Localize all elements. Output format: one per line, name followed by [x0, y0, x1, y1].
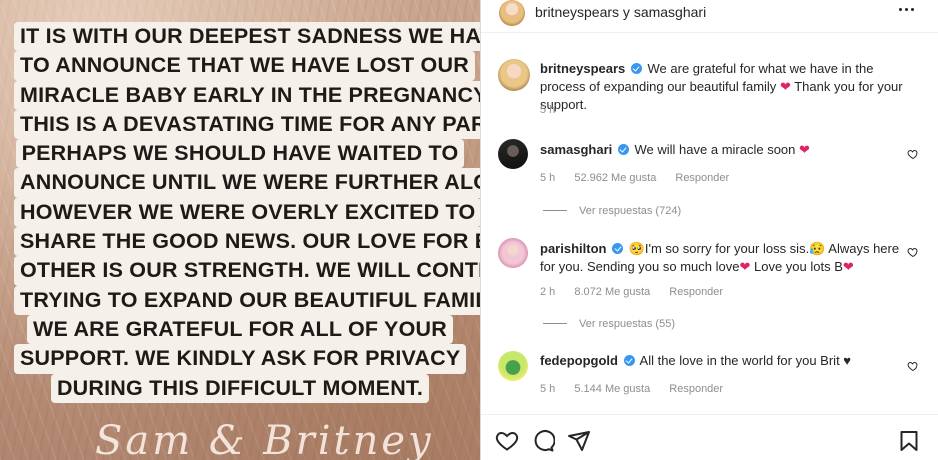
comment-text: parishilton 🥺I'm so sorry for your loss …	[540, 240, 900, 276]
signature-script: Sam & Britney	[95, 418, 434, 460]
comment-username[interactable]: fedepopgold	[540, 353, 618, 368]
comment-text: samasghari We will have a miracle soon ❤	[540, 141, 920, 159]
comment-body: All the love in the world for you Brit ♥	[639, 353, 852, 368]
avatar[interactable]	[498, 59, 530, 91]
more-horizontal-icon[interactable]	[899, 8, 915, 12]
statement-line: This is a devastating time for any paren…	[14, 109, 480, 140]
comment-likes[interactable]: 52.962 Me gusta	[574, 172, 656, 184]
verified-badge-icon	[623, 355, 635, 366]
statement-line: during this difficult moment.	[50, 373, 430, 403]
heart-outline-icon[interactable]	[495, 429, 519, 453]
avatar[interactable]	[498, 238, 528, 268]
view-replies-button[interactable]: Ver respuestas (724)	[543, 205, 681, 217]
statement-line: Perhaps we should have waited to	[15, 139, 465, 169]
post-side-panel: britneyspears y samasghari britneyspears…	[480, 0, 938, 460]
comment-meta: 2 h 8.072 Me gusta Responder	[540, 286, 739, 298]
comment-time[interactable]: 2 h	[540, 286, 555, 298]
statement-line: to announce that we have lost our	[14, 51, 475, 81]
sad-face-emoji-icon: 😥	[809, 241, 826, 256]
comment-likes[interactable]: 5.144 Me gusta	[574, 383, 650, 395]
caption-username[interactable]: britneyspears	[540, 61, 625, 76]
comment-body-end: Love you lots B	[753, 259, 843, 274]
pleading-face-emoji-icon: 🥺	[628, 241, 645, 256]
reply-button[interactable]: Responder	[669, 383, 723, 395]
statement-line: announce until we were further along	[14, 168, 480, 198]
reply-button[interactable]: Responder	[669, 286, 723, 298]
header-usernames[interactable]: britneyspears y samasghari	[535, 4, 706, 20]
heart-outline-icon[interactable]	[907, 148, 919, 160]
heart-outline-icon[interactable]	[907, 360, 919, 372]
statement-line: We are grateful for all of your	[27, 314, 453, 345]
heart-emoji-icon: ❤	[779, 79, 791, 94]
avatar[interactable]	[498, 351, 528, 381]
heart-emoji-icon: ❤	[842, 259, 854, 274]
heart-emoji-icon: ❤	[799, 142, 810, 157]
comment-icon[interactable]	[531, 429, 555, 453]
reply-button[interactable]: Responder	[675, 172, 729, 184]
send-icon[interactable]	[567, 429, 591, 453]
heart-emoji-icon: ❤	[739, 259, 751, 274]
comment-meta: 5 h 5.144 Me gusta Responder	[540, 383, 739, 395]
caption-text: britneyspears We are grateful for what w…	[540, 60, 920, 114]
comment-time[interactable]: 5 h	[540, 383, 555, 395]
comment-username[interactable]: samasghari	[540, 142, 612, 157]
verified-badge-icon	[630, 63, 642, 74]
verified-badge-icon	[617, 144, 629, 155]
comment-body: I'm so sorry for your loss sis.	[644, 241, 810, 256]
comment-username[interactable]: parishilton	[540, 241, 606, 256]
comment-likes[interactable]: 8.072 Me gusta	[574, 286, 650, 298]
statement-line: other is our strength. We will continue	[14, 256, 480, 286]
statement-line: support. We kindly ask for privacy	[14, 344, 467, 374]
caption-meta: 5 h	[540, 104, 571, 116]
post-action-bar	[481, 414, 938, 460]
post-image: It is with our deepest sadness we have t…	[0, 0, 480, 460]
comment-body: We will have a miracle soon	[634, 142, 796, 157]
avatar[interactable]	[498, 139, 528, 169]
caption-time[interactable]: 5 h	[540, 104, 555, 116]
statement-line: however we were overly excited to	[14, 197, 480, 228]
statement-line: It is with our deepest sadness we have	[14, 22, 480, 52]
avatar[interactable]	[499, 0, 525, 26]
statement-line: miracle baby early in the pregnancy.	[14, 80, 480, 110]
comment-time[interactable]: 5 h	[540, 172, 555, 184]
announcement-text: It is with our deepest sadness we have t…	[14, 22, 480, 403]
post-header: britneyspears y samasghari	[481, 0, 938, 33]
statement-line: trying to expand our beautiful family.	[14, 285, 480, 315]
comment-meta: 5 h 52.962 Me gusta Responder	[540, 172, 745, 184]
statement-line: share the good news. Our love for each	[14, 227, 480, 257]
verified-badge-icon	[612, 243, 624, 254]
comment-text: fedepopgold All the love in the world fo…	[540, 352, 920, 370]
bookmark-icon[interactable]	[897, 429, 921, 453]
view-replies-button[interactable]: Ver respuestas (55)	[543, 318, 675, 330]
heart-outline-icon[interactable]	[907, 246, 919, 258]
